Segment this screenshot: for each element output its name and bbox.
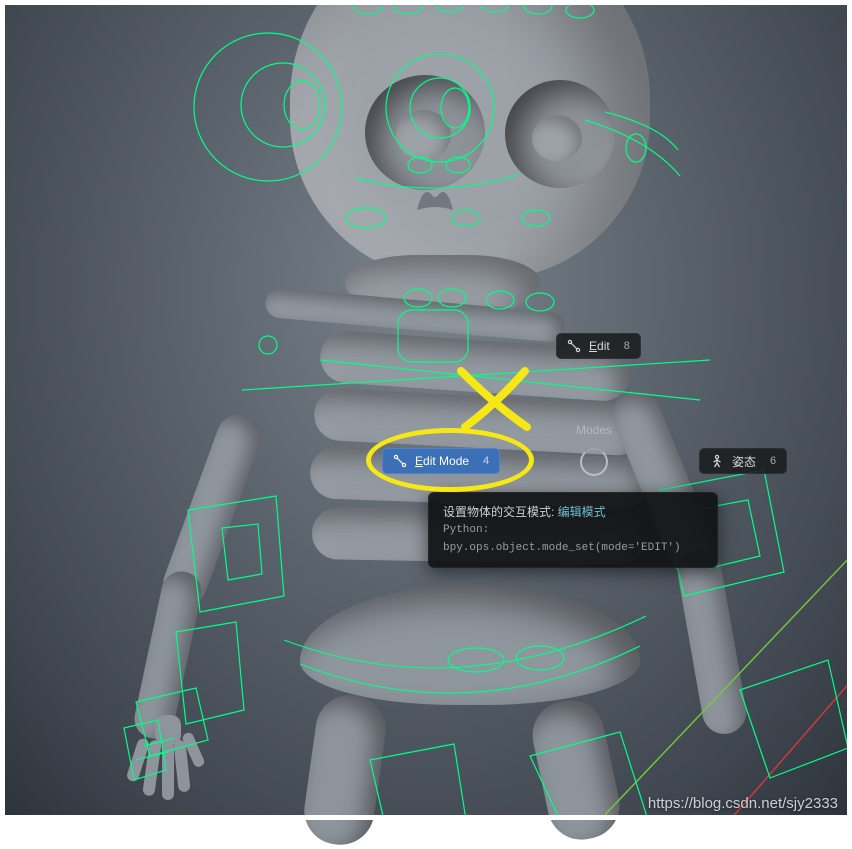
pie-menu-shortcut: 8	[624, 340, 630, 352]
pie-menu-pose[interactable]: 姿态 6	[699, 448, 787, 474]
pie-menu-shortcut: 6	[770, 455, 776, 467]
bone-icon	[567, 339, 581, 353]
viewport-3d[interactable]: Modes Edit 8 Edit Mode 4 姿态 6 设置物体的交互模式:…	[0, 0, 852, 820]
pie-menu-edit-top[interactable]: Edit 8	[556, 333, 641, 359]
tooltip-python-line: Python: bpy.ops.object.mode_set(mode='ED…	[443, 522, 703, 557]
watermark: https://blog.csdn.net/sjy2333	[648, 795, 838, 812]
tooltip: 设置物体的交互模式: 编辑模式 Python: bpy.ops.object.m…	[428, 492, 718, 568]
pie-menu-label: 姿态	[732, 453, 756, 470]
annotation-circle	[366, 428, 534, 492]
tooltip-line-1: 设置物体的交互模式: 编辑模式	[443, 503, 703, 522]
pie-menu-label: Edit	[589, 339, 610, 353]
pie-menu-header: Modes	[576, 423, 612, 437]
pie-menu-center	[580, 448, 608, 476]
annotation-x-mark	[455, 365, 535, 435]
viewport-axes	[0, 0, 852, 820]
pose-icon	[710, 454, 724, 468]
